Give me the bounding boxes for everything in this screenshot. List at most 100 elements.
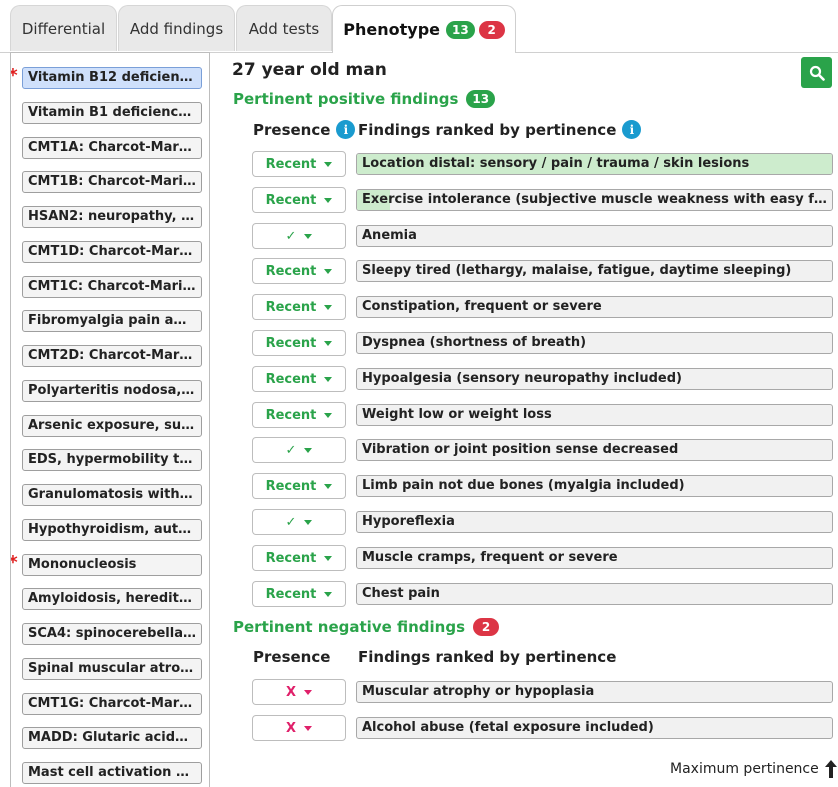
presence-header-text: Presence xyxy=(253,120,331,139)
patient-title: 27 year old man xyxy=(232,60,387,80)
presence-dropdown[interactable]: Recent xyxy=(252,402,346,428)
diagnosis-item[interactable]: CMT1B: Charcot-Marie-... xyxy=(22,171,202,193)
caret-down-icon xyxy=(324,268,333,274)
tab-add-tests[interactable]: Add tests xyxy=(236,5,332,51)
diagnosis-item[interactable]: Vitamin B1 deficiency, ... xyxy=(22,102,202,124)
finding-item[interactable]: Anemia xyxy=(356,225,833,247)
priority-star-icon: * xyxy=(11,65,20,87)
max-pertinence-text: Maximum pertinence xyxy=(670,761,819,777)
positive-section-title: Pertinent positive findings 13 xyxy=(233,90,496,108)
finding-item[interactable]: Location distal: sensory / pain / trauma… xyxy=(356,153,833,175)
finding-item[interactable]: Weight low or weight loss xyxy=(356,404,833,426)
diagnosis-item[interactable]: Arsenic exposure, suba... xyxy=(22,415,202,437)
finding-item[interactable]: Exercise intolerance (subjective muscle … xyxy=(356,189,833,211)
tab-differential[interactable]: Differential xyxy=(10,5,117,51)
presence-dropdown[interactable]: X xyxy=(252,715,346,741)
finding-item[interactable]: Alcohol abuse (fetal exposure included) xyxy=(356,717,833,739)
caret-down-icon xyxy=(304,689,313,695)
diagnosis-item[interactable]: Mast cell activation syn... xyxy=(22,762,202,784)
diagnosis-item[interactable]: Mononucleosis xyxy=(22,554,202,576)
presence-value: ✓ xyxy=(285,442,297,458)
diagnosis-item[interactable]: HSAN2: neuropathy, he... xyxy=(22,206,202,228)
presence-dropdown[interactable]: ✓ xyxy=(252,509,346,535)
tab-label: Phenotype xyxy=(343,20,441,39)
caret-down-icon xyxy=(324,412,333,418)
finding-item[interactable]: Muscle cramps, frequent or severe xyxy=(356,547,833,569)
finding-label: Muscle cramps, frequent or severe xyxy=(362,550,618,565)
diagnosis-item[interactable]: Amyloidosis, hereditary... xyxy=(22,588,202,610)
diagnosis-item[interactable]: MADD: Glutaric aciduri... xyxy=(22,727,202,749)
diagnosis-item[interactable]: Fibromyalgia pain ampl... xyxy=(22,310,202,332)
tab-bar: Differential Add findings Add tests Phen… xyxy=(0,0,838,53)
finding-item[interactable]: Hypoalgesia (sensory neuropathy included… xyxy=(356,368,833,390)
finding-label: Constipation, frequent or severe xyxy=(362,299,602,314)
presence-value: Recent xyxy=(265,478,317,494)
diagnosis-item[interactable]: CMT1G: Charcot-Marie-... xyxy=(22,693,202,715)
caret-down-icon xyxy=(324,340,333,346)
presence-dropdown[interactable]: Recent xyxy=(252,545,346,571)
caret-down-icon xyxy=(324,591,333,597)
tab-label: Add tests xyxy=(248,19,320,38)
presence-dropdown[interactable]: ✓ xyxy=(252,437,346,463)
tab-label: Add findings xyxy=(129,19,224,38)
presence-dropdown[interactable]: Recent xyxy=(252,366,346,392)
presence-header: Presence i xyxy=(253,120,356,139)
diagnosis-item[interactable]: Vitamin B12 deficiency ... xyxy=(22,67,202,89)
diagnosis-item[interactable]: CMT2D: Charcot-Marie-... xyxy=(22,345,202,367)
finding-item[interactable]: Limb pain not due bones (myalgia include… xyxy=(356,475,833,497)
finding-item[interactable]: Vibration or joint position sense decrea… xyxy=(356,439,833,461)
presence-dropdown[interactable]: Recent xyxy=(252,294,346,320)
presence-value: Recent xyxy=(265,550,317,566)
presence-value: Recent xyxy=(265,192,317,208)
presence-dropdown[interactable]: X xyxy=(252,679,346,705)
finding-item[interactable]: Chest pain xyxy=(356,583,833,605)
tab-phenotype[interactable]: Phenotype 13 2 xyxy=(332,5,516,53)
diagnosis-item[interactable]: Hypothyroidism, auto-i... xyxy=(22,519,202,541)
finding-label: Muscular atrophy or hypoplasia xyxy=(362,684,595,699)
caret-down-icon xyxy=(304,519,313,525)
diagnosis-item[interactable]: CMT1A: Charcot-Marie-... xyxy=(22,137,202,159)
finding-label: Location distal: sensory / pain / trauma… xyxy=(362,156,750,171)
findings-header: Findings ranked by pertinence i xyxy=(358,120,642,139)
diagnosis-item[interactable]: CMT1C: Charcot-Marie-... xyxy=(22,276,202,298)
presence-dropdown[interactable]: Recent xyxy=(252,258,346,284)
findings-header-text: Findings ranked by pertinence xyxy=(358,648,617,666)
positive-count: 13 xyxy=(466,90,496,108)
finding-item[interactable]: Sleepy tired (lethargy, malaise, fatigue… xyxy=(356,260,833,282)
negative-count-badge: 2 xyxy=(478,20,505,39)
presence-value: Recent xyxy=(265,263,317,279)
finding-item[interactable]: Hyporeflexia xyxy=(356,511,833,533)
finding-label: Hypoalgesia (sensory neuropathy included… xyxy=(362,371,682,386)
presence-header: Presence xyxy=(253,648,330,666)
search-button[interactable] xyxy=(801,57,832,88)
finding-item[interactable]: Muscular atrophy or hypoplasia xyxy=(356,681,833,703)
presence-dropdown[interactable]: ✓ xyxy=(252,223,346,249)
positive-count-badge: 13 xyxy=(446,20,475,39)
arrow-up-icon xyxy=(824,760,837,778)
presence-dropdown[interactable]: Recent xyxy=(252,330,346,356)
finding-label: Anemia xyxy=(362,228,417,243)
presence-header-text: Presence xyxy=(253,648,331,666)
diagnosis-item[interactable]: SCA4: spinocerebellar a... xyxy=(22,623,202,645)
diagnosis-item[interactable]: Polyarteritis nodosa, cl... xyxy=(22,380,202,402)
diagnosis-item[interactable]: Spinal muscular atroph... xyxy=(22,658,202,680)
presence-value: Recent xyxy=(265,299,317,315)
finding-label: Limb pain not due bones (myalgia include… xyxy=(362,478,685,493)
presence-dropdown[interactable]: Recent xyxy=(252,151,346,177)
finding-label: Exercise intolerance (subjective muscle … xyxy=(362,192,833,207)
tab-add-findings[interactable]: Add findings xyxy=(118,5,235,51)
caret-down-icon xyxy=(324,555,333,561)
finding-item[interactable]: Constipation, frequent or severe xyxy=(356,296,833,318)
positive-title-text: Pertinent positive findings xyxy=(233,90,459,108)
finding-label: Vibration or joint position sense decrea… xyxy=(362,442,679,457)
diagnosis-item[interactable]: EDS, hypermobility typ... xyxy=(22,449,202,471)
presence-dropdown[interactable]: Recent xyxy=(252,187,346,213)
info-icon[interactable]: i xyxy=(622,120,642,139)
presence-dropdown[interactable]: Recent xyxy=(252,473,346,499)
findings-header-text: Findings ranked by pertinence xyxy=(358,120,617,139)
presence-dropdown[interactable]: Recent xyxy=(252,581,346,607)
diagnosis-item[interactable]: Granulomatosis with po... xyxy=(22,484,202,506)
finding-item[interactable]: Dyspnea (shortness of breath) xyxy=(356,332,833,354)
info-icon[interactable]: i xyxy=(336,120,356,139)
diagnosis-item[interactable]: CMT1D: Charcot-Marie-... xyxy=(22,241,202,263)
